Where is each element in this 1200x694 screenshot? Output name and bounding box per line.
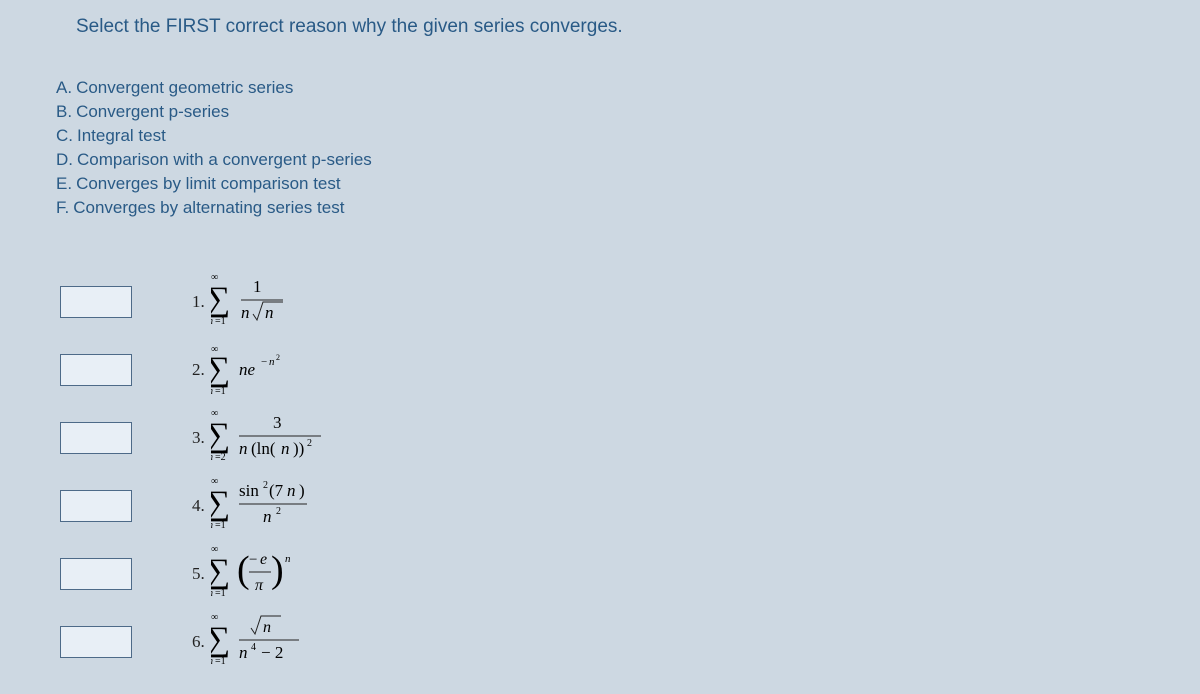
- problem-expression: ∞ ∑ n=1 ne − n 2: [211, 338, 331, 402]
- problem-number: 3.: [192, 428, 205, 448]
- svg-text:n: n: [239, 439, 248, 458]
- svg-text:n: n: [285, 553, 291, 565]
- problem-number: 1.: [192, 292, 205, 312]
- svg-text:n: n: [287, 481, 296, 500]
- svg-text:=2: =2: [215, 452, 226, 463]
- svg-text:n: n: [211, 656, 213, 667]
- answer-input-2[interactable]: [60, 354, 132, 386]
- option-text: Integral test: [77, 126, 166, 146]
- option-letter: B.: [56, 102, 72, 122]
- answer-input-4[interactable]: [60, 490, 132, 522]
- svg-text:2: 2: [307, 438, 312, 449]
- option-text: Convergent geometric series: [76, 78, 293, 98]
- svg-text:∑: ∑: [211, 553, 230, 590]
- svg-text:n: n: [211, 520, 213, 531]
- svg-text:=1: =1: [215, 386, 226, 397]
- svg-text:ne: ne: [239, 360, 256, 379]
- svg-text:−: −: [249, 552, 257, 568]
- option-text: Comparison with a convergent p-series: [77, 150, 372, 170]
- answer-input-5[interactable]: [60, 558, 132, 590]
- answer-input-1[interactable]: [60, 286, 132, 318]
- problem-6: 6. ∞ ∑ n=1 n n 4 − 2: [60, 608, 361, 676]
- option-letter: A.: [56, 78, 72, 98]
- svg-text:): ): [271, 549, 284, 591]
- problem-number: 5.: [192, 564, 205, 584]
- problem-2: 2. ∞ ∑ n=1 ne − n 2: [60, 336, 361, 404]
- problem-1: 1. ∞ ∑ n=1 1 n n: [60, 268, 361, 336]
- option-letter: D.: [56, 150, 73, 170]
- svg-text:=1: =1: [215, 316, 226, 327]
- problems-list: 1. ∞ ∑ n=1 1 n n 2. ∞ ∑ n=1 ne: [60, 268, 361, 676]
- problem-expression: ∞ ∑ n=1 ( − e π ) n: [211, 542, 341, 606]
- svg-text:=1: =1: [215, 588, 226, 599]
- svg-text:2: 2: [276, 506, 281, 517]
- problem-4: 4. ∞ ∑ n=1 sin 2 (7 n ) n 2: [60, 472, 361, 540]
- option-text: Converges by limit comparison test: [76, 174, 341, 194]
- svg-text:n: n: [263, 507, 272, 526]
- problem-number: 6.: [192, 632, 205, 652]
- svg-text:∑: ∑: [211, 621, 230, 658]
- answer-input-6[interactable]: [60, 626, 132, 658]
- svg-text:n: n: [281, 439, 290, 458]
- problem-expression: ∞ ∑ n=1 n n 4 − 2: [211, 610, 341, 674]
- svg-text:sin: sin: [239, 481, 259, 500]
- svg-text:n: n: [211, 452, 213, 463]
- svg-text:n: n: [211, 588, 213, 599]
- option-d: D.Comparison with a convergent p-series: [56, 150, 372, 170]
- svg-text:∑: ∑: [211, 417, 230, 454]
- problem-3: 3. ∞ ∑ n=2 3 n (ln( n )) 2: [60, 404, 361, 472]
- svg-text:n: n: [269, 356, 275, 368]
- problem-number: 4.: [192, 496, 205, 516]
- svg-text:n: n: [241, 303, 250, 322]
- svg-text:∑: ∑: [211, 485, 230, 522]
- svg-text:4: 4: [251, 642, 256, 653]
- option-b: B.Convergent p-series: [56, 102, 372, 122]
- svg-text:π: π: [255, 577, 264, 594]
- svg-text:2: 2: [276, 353, 280, 362]
- problem-expression: ∞ ∑ n=2 3 n (ln( n )) 2: [211, 406, 361, 470]
- option-letter: C.: [56, 126, 73, 146]
- svg-text:=1: =1: [215, 520, 226, 531]
- svg-text:3: 3: [273, 413, 282, 432]
- svg-text:n: n: [211, 386, 213, 397]
- svg-text:∑: ∑: [211, 351, 230, 388]
- svg-text:n: n: [239, 643, 248, 662]
- svg-text:∑: ∑: [211, 281, 230, 318]
- option-f: F.Converges by alternating series test: [56, 198, 372, 218]
- option-letter: E.: [56, 174, 72, 194]
- svg-text:)): )): [293, 439, 304, 458]
- svg-text:n: n: [211, 316, 213, 327]
- question-text: Select the FIRST correct reason why the …: [76, 16, 623, 38]
- svg-text:1: 1: [253, 277, 262, 296]
- svg-text:=1: =1: [215, 656, 226, 667]
- option-e: E.Converges by limit comparison test: [56, 174, 372, 194]
- problem-expression: ∞ ∑ n=1 1 n n: [211, 270, 321, 334]
- problem-5: 5. ∞ ∑ n=1 ( − e π ) n: [60, 540, 361, 608]
- option-text: Convergent p-series: [76, 102, 229, 122]
- svg-text:n: n: [265, 303, 274, 322]
- option-text: Converges by alternating series test: [73, 198, 344, 218]
- svg-text:2: 2: [263, 480, 268, 491]
- problem-number: 2.: [192, 360, 205, 380]
- svg-text:−: −: [261, 356, 267, 368]
- svg-text:n: n: [263, 619, 271, 636]
- svg-text:(: (: [237, 549, 250, 591]
- option-c: C.Integral test: [56, 126, 372, 146]
- answer-input-3[interactable]: [60, 422, 132, 454]
- problem-expression: ∞ ∑ n=1 sin 2 (7 n ) n 2: [211, 474, 351, 538]
- answer-options: A.Convergent geometric series B.Converge…: [56, 78, 372, 222]
- svg-text:): ): [299, 481, 305, 500]
- option-letter: F.: [56, 198, 69, 218]
- option-a: A.Convergent geometric series: [56, 78, 372, 98]
- svg-text:(7: (7: [269, 481, 284, 500]
- svg-text:− 2: − 2: [261, 643, 283, 662]
- svg-text:e: e: [260, 551, 267, 568]
- svg-text:(ln(: (ln(: [251, 439, 276, 458]
